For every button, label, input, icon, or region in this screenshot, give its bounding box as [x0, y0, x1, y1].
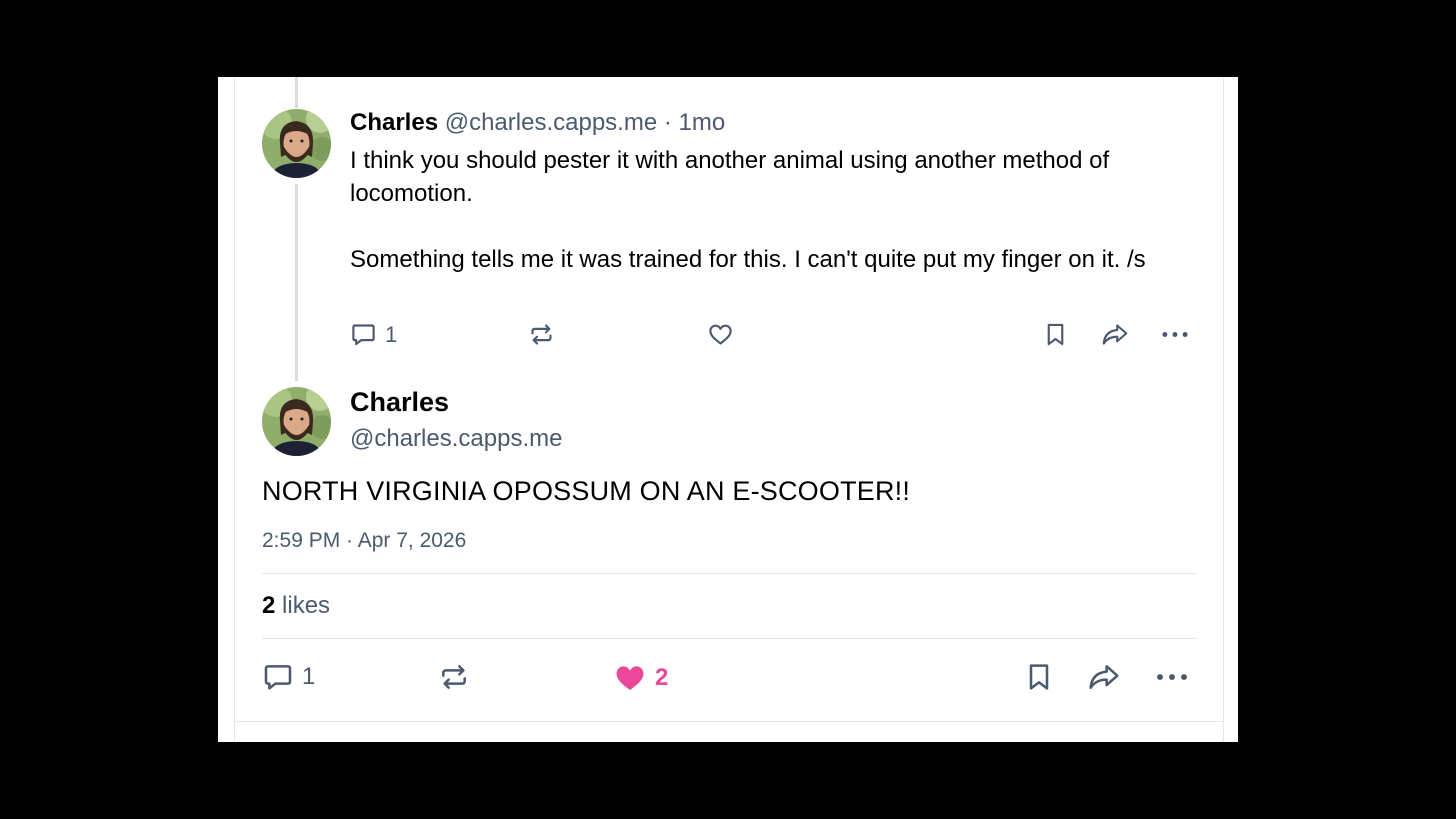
author-name[interactable]: Charles: [350, 109, 438, 136]
reply-text: I think you should pester it with anothe…: [350, 147, 1146, 273]
more-options-button[interactable]: [1160, 321, 1190, 348]
like-icon: [709, 324, 732, 345]
bookmark-button[interactable]: [1023, 661, 1055, 693]
avatar-image: [262, 387, 331, 456]
feed-border-left: [234, 77, 235, 742]
author-handle[interactable]: @charles.capps.me: [445, 109, 657, 136]
thread-line-connector: [295, 184, 298, 381]
post-bottom-border: [234, 721, 1224, 722]
post-thread-view: Charles @charles.capps.me · 1mo I think …: [218, 77, 1238, 742]
time-ago[interactable]: 1mo: [679, 109, 726, 136]
more-icon: [1162, 332, 1188, 337]
likes-count: 2: [262, 592, 276, 619]
share-button[interactable]: [1100, 321, 1130, 348]
thread-line: [295, 77, 298, 108]
post-timestamp[interactable]: 2:59 PM · Apr 7, 2026: [262, 529, 466, 553]
divider: [262, 638, 1197, 639]
like-button[interactable]: 2: [613, 661, 668, 695]
avatar[interactable]: [262, 109, 331, 178]
reply-button[interactable]: 1: [350, 321, 397, 348]
reply-header: Charles @charles.capps.me · 1mo: [350, 109, 725, 137]
repost-icon: [531, 324, 552, 345]
like-count: 2: [655, 664, 669, 691]
reply-icon: [264, 665, 292, 690]
heart-filled-icon: [616, 666, 644, 691]
avatar-image: [262, 109, 331, 178]
like-button[interactable]: [707, 321, 734, 348]
bookmark-icon: [1047, 323, 1064, 346]
more-options-button[interactable]: [1154, 661, 1190, 693]
author-handle[interactable]: @charles.capps.me: [350, 425, 562, 453]
reply-count: 1: [385, 321, 398, 347]
reply-count: 1: [302, 663, 316, 690]
previous-post-actions-partial: [350, 77, 1200, 81]
share-button[interactable]: [1086, 661, 1122, 693]
repost-icon: [442, 665, 466, 689]
author-name[interactable]: Charles: [350, 387, 449, 418]
bookmark-button[interactable]: [1042, 321, 1069, 348]
share-icon: [1102, 324, 1128, 345]
reply-button[interactable]: 1: [262, 661, 315, 693]
repost-button[interactable]: [528, 321, 555, 348]
meta-separator: ·: [663, 109, 672, 136]
reply-icon: [352, 324, 375, 346]
post-text: NORTH VIRGINIA OPOSSUM ON AN E-SCOOTER!!: [262, 476, 911, 506]
bookmark-icon: [1029, 664, 1049, 690]
more-icon: [1157, 674, 1187, 680]
likes-label: likes: [282, 592, 331, 619]
likes-summary[interactable]: 2 likes: [262, 592, 330, 620]
feed-border-right: [1223, 77, 1224, 742]
divider: [262, 573, 1197, 574]
reply-actions: 1: [350, 321, 1200, 357]
post-actions: 1 2: [262, 661, 1197, 697]
share-icon: [1089, 665, 1119, 689]
avatar[interactable]: [262, 387, 331, 456]
repost-button[interactable]: [438, 661, 470, 693]
